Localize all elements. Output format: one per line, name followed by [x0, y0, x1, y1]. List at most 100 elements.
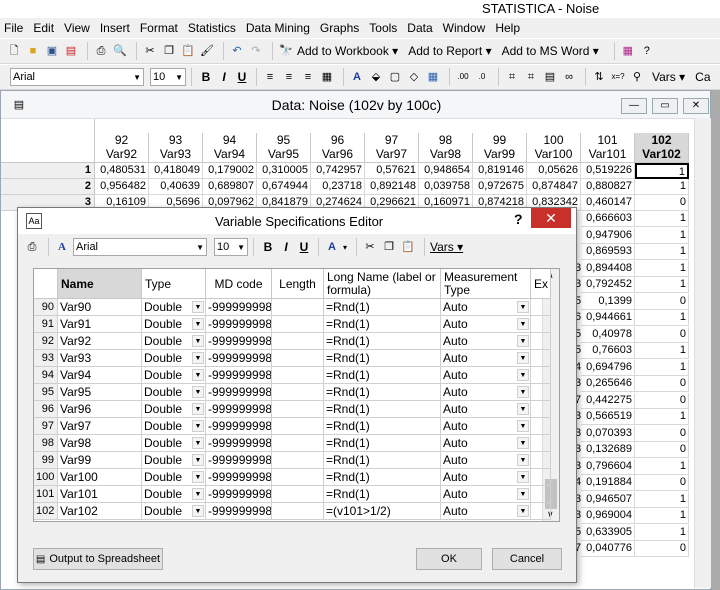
- table-cell[interactable]: 0,070393: [581, 425, 635, 442]
- close-button[interactable]: ✕: [683, 98, 709, 114]
- formula-cell[interactable]: =Rnd(1): [324, 435, 441, 452]
- table-cell[interactable]: 1: [635, 227, 689, 244]
- align-center-icon[interactable]: ≡: [281, 69, 297, 85]
- extra-cell[interactable]: [531, 503, 551, 520]
- length-cell[interactable]: [272, 333, 324, 350]
- table-row[interactable]: 94 Var94 Double ▼ -999999998 =Rnd(1) Auto ▼: [34, 367, 551, 384]
- name-cell[interactable]: Var93: [58, 350, 142, 367]
- table-cell[interactable]: 0,039758: [419, 179, 473, 195]
- chevron-down-icon[interactable]: ▼: [517, 352, 529, 364]
- copy-icon[interactable]: ❐: [161, 43, 177, 59]
- underline-button[interactable]: U: [233, 70, 251, 84]
- row-header[interactable]: 2: [1, 179, 95, 195]
- chevron-down-icon[interactable]: ▼: [517, 488, 529, 500]
- column-header[interactable]: Name: [58, 269, 142, 299]
- length-cell[interactable]: [272, 384, 324, 401]
- table-cell[interactable]: 0,946507: [581, 491, 635, 508]
- measurement-type-cell[interactable]: Auto ▼: [441, 435, 531, 452]
- md-code-cell[interactable]: -999999998: [206, 452, 272, 469]
- chevron-down-icon[interactable]: ▼: [192, 437, 204, 449]
- chevron-down-icon[interactable]: ▼: [517, 420, 529, 432]
- table-cell[interactable]: 0,689807: [203, 179, 257, 195]
- font-color-icon[interactable]: A: [349, 69, 365, 85]
- table-row[interactable]: 93 Var93 Double ▼ -999999998 =Rnd(1) Auto ▼: [34, 350, 551, 367]
- dialog-bold-button[interactable]: B: [259, 240, 277, 254]
- print-preview-icon[interactable]: 🔍: [112, 43, 128, 59]
- table-cell[interactable]: 0,880827: [581, 179, 635, 195]
- border-icon[interactable]: ▢: [387, 69, 403, 85]
- type-cell[interactable]: Double ▼: [142, 316, 206, 333]
- glasses-icon[interactable]: ∞: [561, 69, 577, 85]
- maximize-button[interactable]: ▭: [652, 98, 678, 114]
- align-left-icon[interactable]: ≡: [262, 69, 278, 85]
- length-cell[interactable]: [272, 452, 324, 469]
- measurement-type-cell[interactable]: Auto ▼: [441, 503, 531, 520]
- data-vertical-scrollbar[interactable]: [694, 118, 711, 588]
- length-cell[interactable]: [272, 316, 324, 333]
- increase-decimal-icon[interactable]: .00: [455, 69, 471, 85]
- name-cell[interactable]: Var98: [58, 435, 142, 452]
- menu-window[interactable]: Window: [443, 21, 486, 35]
- table-cell[interactable]: 1: [635, 409, 689, 425]
- column-header[interactable]: 98 Var98: [419, 133, 473, 163]
- table-row[interactable]: 96 Var96 Double ▼ -999999998 =Rnd(1) Auto ▼: [34, 401, 551, 418]
- format-painter-icon[interactable]: 🖌: [199, 43, 215, 59]
- table-cell[interactable]: 0,040776: [581, 541, 635, 557]
- length-cell[interactable]: [272, 418, 324, 435]
- type-cell[interactable]: Double ▼: [142, 486, 206, 503]
- chevron-down-icon[interactable]: ▼: [192, 420, 204, 432]
- chevron-down-icon[interactable]: ▼: [517, 471, 529, 483]
- table-cell[interactable]: 0,76603: [581, 343, 635, 359]
- table-cell[interactable]: 0,566519: [581, 409, 635, 425]
- minimize-button[interactable]: —: [621, 98, 647, 114]
- column-header[interactable]: 95 Var95: [257, 133, 311, 163]
- chevron-down-icon[interactable]: ▼: [192, 301, 204, 313]
- formula-cell[interactable]: =Rnd(1): [324, 384, 441, 401]
- menu-edit[interactable]: Edit: [33, 21, 54, 35]
- extra-cell[interactable]: [531, 350, 551, 367]
- column-header[interactable]: 100 Var100: [527, 133, 581, 163]
- extra-cell[interactable]: [531, 452, 551, 469]
- chevron-down-icon[interactable]: ▼: [517, 318, 529, 330]
- menu-view[interactable]: View: [64, 21, 90, 35]
- table-row[interactable]: 91 Var91 Double ▼ -999999998 =Rnd(1) Auto ▼: [34, 316, 551, 333]
- table-cell[interactable]: 0,460147: [581, 195, 635, 211]
- formula-cell[interactable]: =Rnd(1): [324, 486, 441, 503]
- table-cell[interactable]: 0,666603: [581, 211, 635, 227]
- bold-button[interactable]: B: [197, 70, 215, 84]
- menu-statistics[interactable]: Statistics: [188, 21, 236, 35]
- formula-cell[interactable]: =Rnd(1): [324, 469, 441, 486]
- chevron-down-icon[interactable]: ▼: [192, 335, 204, 347]
- menu-format[interactable]: Format: [140, 21, 178, 35]
- column-header[interactable]: 93 Var93: [149, 133, 203, 163]
- table-cell[interactable]: 1: [635, 179, 689, 195]
- type-cell[interactable]: Double ▼: [142, 452, 206, 469]
- table-cell[interactable]: 1: [635, 260, 689, 277]
- table-row[interactable]: 102 Var102 Double ▼ -999999998 =(v101>1/2) Aut…: [34, 503, 551, 520]
- table-icon[interactable]: ▦: [319, 69, 335, 85]
- cases-menu[interactable]: Ca: [695, 70, 710, 84]
- dialog-size-select[interactable]: 10 ▼: [214, 238, 248, 256]
- measurement-type-cell[interactable]: Auto ▼: [441, 333, 531, 350]
- length-cell[interactable]: [272, 299, 324, 316]
- dialog-underline-button[interactable]: U: [295, 240, 313, 254]
- print-icon[interactable]: ⎙: [24, 239, 40, 255]
- column-header[interactable]: 101 Var101: [581, 133, 635, 163]
- grid-corner[interactable]: [1, 119, 95, 163]
- ok-button[interactable]: OK: [416, 548, 482, 570]
- grid-icon[interactable]: ▦: [425, 69, 441, 85]
- tag-icon[interactable]: ◇: [406, 69, 422, 85]
- table-cell[interactable]: 1: [635, 310, 689, 326]
- formula-cell[interactable]: =Rnd(1): [324, 333, 441, 350]
- column-header[interactable]: Measurement Type: [441, 269, 531, 299]
- table-cell[interactable]: 1: [635, 244, 689, 260]
- paste-icon[interactable]: 📋: [180, 43, 196, 59]
- length-cell[interactable]: [272, 469, 324, 486]
- table-cell[interactable]: 0,05626: [527, 163, 581, 179]
- table-cell[interactable]: 0,57621: [365, 163, 419, 179]
- table-cell[interactable]: 1: [635, 277, 689, 293]
- cancel-button[interactable]: Cancel: [492, 548, 562, 570]
- table-cell[interactable]: 0,1399: [581, 293, 635, 310]
- dialog-close-button[interactable]: ✕: [531, 208, 571, 228]
- table-cell[interactable]: 0: [635, 326, 689, 343]
